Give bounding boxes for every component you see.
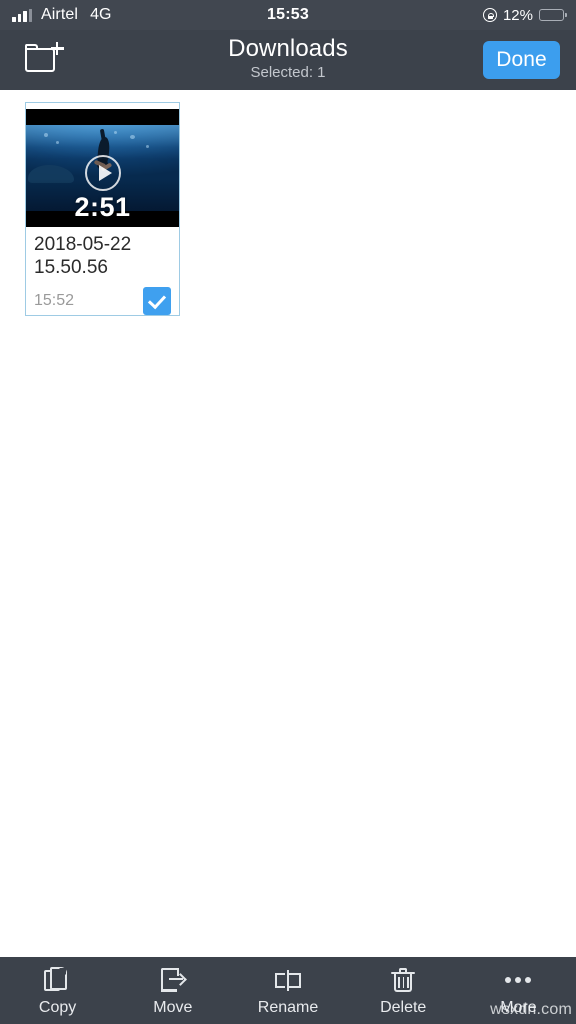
- copy-button[interactable]: Copy: [0, 957, 115, 1024]
- move-icon: [159, 966, 187, 994]
- move-button[interactable]: Move: [115, 957, 230, 1024]
- file-footer: 15:52: [34, 279, 171, 315]
- more-button[interactable]: More: [461, 957, 576, 1024]
- more-label: More: [500, 998, 537, 1016]
- file-name: 2018-05-22 15.50.56: [34, 234, 132, 278]
- carrier-name: Airtel: [41, 6, 79, 23]
- file-time: 15:52: [34, 292, 75, 309]
- status-bar: Airtel 4G 15:53 12%: [0, 0, 576, 30]
- signal-strength-icon: [12, 8, 32, 22]
- rename-label: Rename: [257, 998, 319, 1016]
- play-icon[interactable]: [84, 155, 121, 191]
- new-folder-button[interactable]: [24, 42, 64, 76]
- rotation-lock-icon: [482, 8, 497, 22]
- video-duration: 2:51: [74, 192, 131, 222]
- copy-icon: [43, 966, 72, 994]
- action-toolbar: Copy Move Rename Delete More wsxdn.com: [0, 957, 576, 1024]
- status-bar-left: Airtel 4G: [12, 6, 111, 24]
- rename-button[interactable]: Rename: [230, 957, 345, 1024]
- trash-icon: [389, 966, 417, 994]
- video-thumbnail[interactable]: 2:51: [26, 109, 179, 227]
- file-checkbox[interactable]: [143, 287, 171, 315]
- done-button[interactable]: Done: [483, 41, 560, 79]
- battery-icon: [539, 8, 567, 22]
- battery-percentage: 12%: [502, 6, 533, 24]
- delete-button[interactable]: Delete: [346, 957, 461, 1024]
- network-type: 4G: [90, 6, 112, 23]
- copy-label: Copy: [38, 998, 77, 1016]
- file-metadata: 2018-05-22 15.50.56 15:52: [26, 227, 179, 315]
- status-bar-right: 12%: [482, 6, 567, 24]
- navigation-bar: Downloads Selected: 1 Done: [0, 30, 576, 90]
- ellipsis-icon: [504, 966, 532, 994]
- phone-screen: Airtel 4G 15:53 12% Downloads Selected: …: [0, 0, 576, 1024]
- move-label: Move: [153, 998, 193, 1016]
- rename-icon: [274, 966, 302, 994]
- file-card[interactable]: 2:51 2018-05-22 15.50.56 15:52: [25, 102, 180, 316]
- file-grid: 2:51 2018-05-22 15.50.56 15:52: [0, 90, 576, 316]
- plus-icon: [51, 42, 64, 55]
- file-browser-content: 2:51 2018-05-22 15.50.56 15:52: [0, 90, 576, 957]
- delete-label: Delete: [380, 998, 427, 1016]
